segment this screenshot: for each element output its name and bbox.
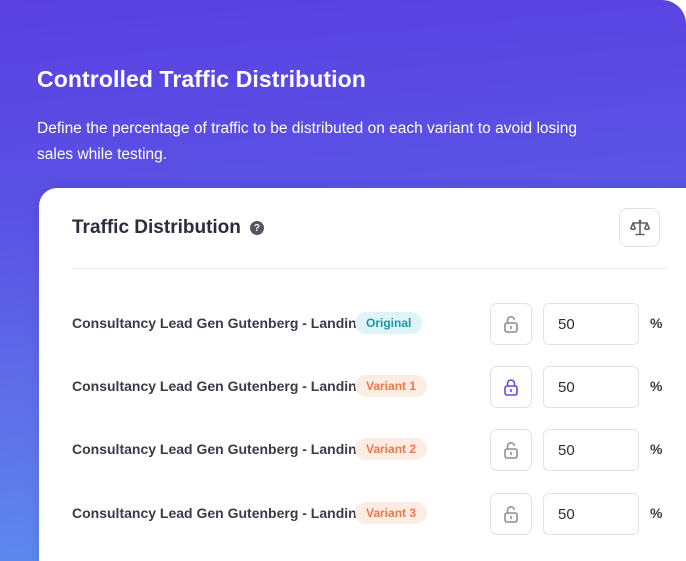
traffic-percentage-input[interactable] [543,366,639,408]
variant-name: Consultancy Lead Gen Gutenberg - Landing [72,441,366,457]
variant-row: Consultancy Lead Gen Gutenberg - Landing… [39,493,686,535]
card-title: Traffic Distribution [72,217,241,238]
question-circle-icon[interactable]: ? [249,221,264,235]
lock-open-icon [504,316,518,333]
variant-badge: Variant 3 [355,502,428,524]
traffic-distribution-card: Traffic Distribution ? Consultancy Lead … [39,188,686,561]
balance-distribution-button[interactable] [619,208,660,247]
percent-unit: % [650,378,663,394]
variant-badge: Variant 2 [355,438,428,460]
lock-toggle-button[interactable] [490,429,532,471]
lock-open-icon [504,442,518,459]
scale-icon [629,219,650,235]
traffic-percentage-input[interactable] [543,493,639,535]
variant-name: Consultancy Lead Gen Gutenberg - Landing [72,505,366,521]
percent-unit: % [650,315,663,331]
variant-row: Consultancy Lead Gen Gutenberg - Landing… [39,366,686,408]
variant-badge: Variant 1 [355,375,428,397]
header-divider [72,268,666,269]
lock-open-icon [504,506,518,523]
hero-banner: Controlled Traffic Distribution Define t… [0,0,686,561]
traffic-percentage-input[interactable] [543,429,639,471]
lock-toggle-button[interactable] [490,493,532,535]
hero-description: Define the percentage of traffic to be d… [37,120,577,163]
traffic-percentage-input[interactable] [543,303,639,345]
variant-row: Consultancy Lead Gen Gutenberg - Landing… [39,429,686,471]
hero-title: Controlled Traffic Distribution [37,66,366,92]
variant-row: Consultancy Lead Gen Gutenberg - Landing… [39,303,686,345]
lock-closed-icon [504,379,518,396]
lock-toggle-button[interactable] [490,366,532,408]
original-badge: Original [355,312,423,334]
card-header: Traffic Distribution ? [72,217,264,239]
percent-unit: % [650,505,663,521]
variant-name: Consultancy Lead Gen Gutenberg - Landing [72,315,366,331]
variant-name: Consultancy Lead Gen Gutenberg - Landing [72,378,366,394]
percent-unit: % [650,441,663,457]
lock-toggle-button[interactable] [490,303,532,345]
